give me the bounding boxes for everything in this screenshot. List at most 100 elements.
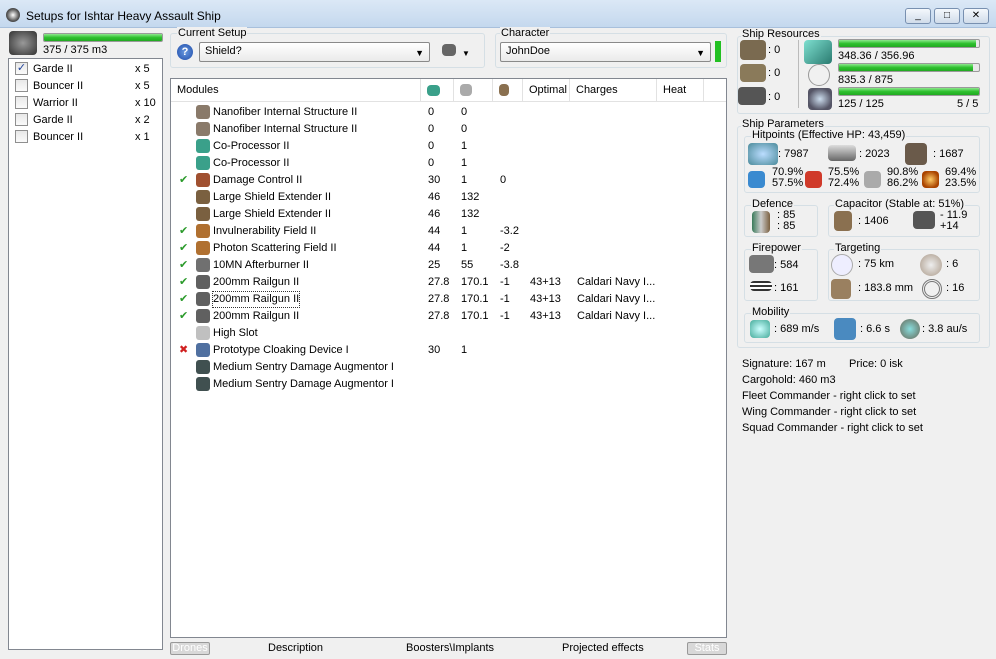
module-row[interactable]: ✔ 200mm Railgun II 27.8 170.1 -1 43+13 C… <box>171 274 726 291</box>
kinetic-resists: 90.8% 86.2% <box>887 167 918 189</box>
module-cpu: 30 <box>428 174 441 186</box>
module-row[interactable]: Co-Processor II 0 1 <box>171 155 726 172</box>
module-power: 170.1 <box>461 293 489 305</box>
drone-item[interactable]: Bouncer II x 1 <box>15 130 165 147</box>
setup-value: Shield? <box>205 45 242 57</box>
character-select[interactable]: JohnDoe ▼ <box>500 42 711 62</box>
module-status-icon[interactable]: ✔ <box>179 291 188 308</box>
col-heat[interactable]: Heat <box>657 79 704 101</box>
col-optimal[interactable]: Optimal <box>523 79 570 101</box>
module-row[interactable]: High Slot <box>171 325 726 342</box>
close-button[interactable]: ✕ <box>963 8 989 24</box>
module-row[interactable]: Medium Sentry Damage Augmentor I <box>171 359 726 376</box>
squad-commander[interactable]: Squad Commander - right click to set <box>742 422 923 434</box>
tab-boosters-implants[interactable]: Boosters\Implants <box>406 642 494 654</box>
module-row[interactable]: Large Shield Extender II 46 132 <box>171 189 726 206</box>
modules-table[interactable]: Modules Optimal Charges Heat Nanofiber I… <box>170 78 727 638</box>
module-name: Co-Processor II <box>213 157 290 169</box>
col-power[interactable] <box>454 79 493 101</box>
module-status-icon[interactable]: ✔ <box>179 274 188 291</box>
thermal-resist-icon <box>805 171 822 188</box>
character-value: JohnDoe <box>506 45 551 57</box>
minimize-button[interactable]: _ <box>905 8 931 24</box>
module-row[interactable]: Medium Sentry Damage Augmentor I <box>171 376 726 393</box>
module-icon <box>196 156 210 170</box>
setup-select[interactable]: Shield? ▼ <box>199 42 430 62</box>
module-status-icon[interactable]: ✔ <box>179 257 188 274</box>
module-name: Invulnerability Field II <box>213 225 317 237</box>
drone-checkbox[interactable] <box>15 113 28 126</box>
shield-hp: : 7987 <box>778 148 809 160</box>
firepower-label: Firepower <box>751 242 802 254</box>
max-velocity: : 689 m/s <box>774 323 820 335</box>
setup-tools-button[interactable]: ▼ <box>442 44 476 60</box>
defence-values: : 85: 85 <box>777 210 795 232</box>
module-name: Large Shield Extender II <box>213 191 332 203</box>
module-row[interactable]: ✔ Invulnerability Field II 44 1 -3.2 <box>171 223 726 240</box>
drone-item[interactable]: Warrior II x 10 <box>15 96 165 113</box>
module-row[interactable]: Nanofiber Internal Structure II 0 0 <box>171 104 726 121</box>
tab-drones[interactable]: Drones <box>170 642 210 655</box>
col-modules[interactable]: Modules <box>171 79 421 101</box>
module-icon <box>196 224 210 238</box>
module-row[interactable]: ✔ 10MN Afterburner II 25 55 -3.8 <box>171 257 726 274</box>
module-power: 55 <box>461 259 474 271</box>
module-charges: Caldari Navy I... <box>577 293 656 305</box>
explosive-armor-resist: 23.5% <box>945 177 977 189</box>
module-power: 0 <box>461 106 468 118</box>
module-row[interactable]: Nanofiber Internal Structure II 0 0 <box>171 121 726 138</box>
module-status-icon[interactable]: ✔ <box>179 223 188 240</box>
drone-item[interactable]: Garde II x 2 <box>15 113 165 130</box>
chevron-down-icon: ▼ <box>415 48 424 58</box>
ship-tools-icon <box>442 44 456 56</box>
module-power: 1 <box>461 225 468 237</box>
module-status-icon[interactable]: ✔ <box>179 172 188 189</box>
drone-item[interactable]: ✓ Garde II x 5 <box>15 62 165 79</box>
module-row[interactable]: Co-Processor II 0 1 <box>171 138 726 155</box>
drone-bay-icon <box>9 31 37 55</box>
drone-checkbox[interactable] <box>15 79 28 92</box>
tab-projected-effects[interactable]: Projected effects <box>562 642 644 654</box>
warp-speed: : 3.8 au/s <box>922 323 968 335</box>
fleet-commander[interactable]: Fleet Commander - right click to set <box>742 390 916 402</box>
warp-speed-icon <box>900 319 920 339</box>
drone-list[interactable]: ✓ Garde II x 5 Bouncer II x 5 Warrior II x 10 G… <box>8 58 163 650</box>
defence-value-2: : 85 <box>777 220 796 232</box>
drone-checkbox[interactable] <box>15 130 28 143</box>
module-row[interactable]: ✔ Damage Control II 30 1 0 <box>171 172 726 189</box>
module-cpu: 25 <box>428 259 441 271</box>
maximize-button[interactable]: □ <box>934 8 960 24</box>
module-icon <box>196 207 210 221</box>
drone-quantity: x 5 <box>135 63 150 75</box>
drone-checkbox[interactable]: ✓ <box>15 62 28 75</box>
module-icon <box>196 377 210 391</box>
module-row[interactable]: ✔ 200mm Railgun II 27.8 170.1 -1 43+13 C… <box>171 291 726 308</box>
app-icon <box>6 8 20 22</box>
launcher-slots: : 0 <box>768 67 781 79</box>
module-icon <box>196 122 210 136</box>
col-charges[interactable]: Charges <box>570 79 657 101</box>
hull-hp: : 1687 <box>933 148 964 160</box>
module-row[interactable]: ✔ 200mm Railgun II 27.8 170.1 -1 43+13 C… <box>171 308 726 325</box>
drone-checkbox[interactable] <box>15 96 28 109</box>
module-capacitor: -3.8 <box>500 259 519 271</box>
tab-stats[interactable]: Stats <box>687 642 727 655</box>
module-power: 1 <box>461 140 468 152</box>
module-status-icon[interactable]: ✔ <box>179 240 188 257</box>
tab-description[interactable]: Description <box>268 642 323 654</box>
module-status-icon[interactable]: ✖ <box>179 342 188 359</box>
col-capacitor[interactable] <box>493 79 523 101</box>
module-cpu: 27.8 <box>428 276 450 288</box>
module-name: 200mm Railgun II <box>213 276 300 288</box>
module-status-icon[interactable]: ✔ <box>179 308 188 325</box>
drone-quantity: x 5 <box>135 80 150 92</box>
module-row[interactable]: ✔ Photon Scattering Field II 44 1 -2 <box>171 240 726 257</box>
shield-hp-icon <box>748 143 778 165</box>
module-row[interactable]: Large Shield Extender II 46 132 <box>171 206 726 223</box>
help-icon[interactable]: ? <box>177 44 193 60</box>
drone-item[interactable]: Bouncer II x 5 <box>15 79 165 96</box>
capacitor-capacity-icon <box>834 211 852 231</box>
col-cpu[interactable] <box>421 79 454 101</box>
module-row[interactable]: ✖ Prototype Cloaking Device I 30 1 <box>171 342 726 359</box>
wing-commander[interactable]: Wing Commander - right click to set <box>742 406 916 418</box>
